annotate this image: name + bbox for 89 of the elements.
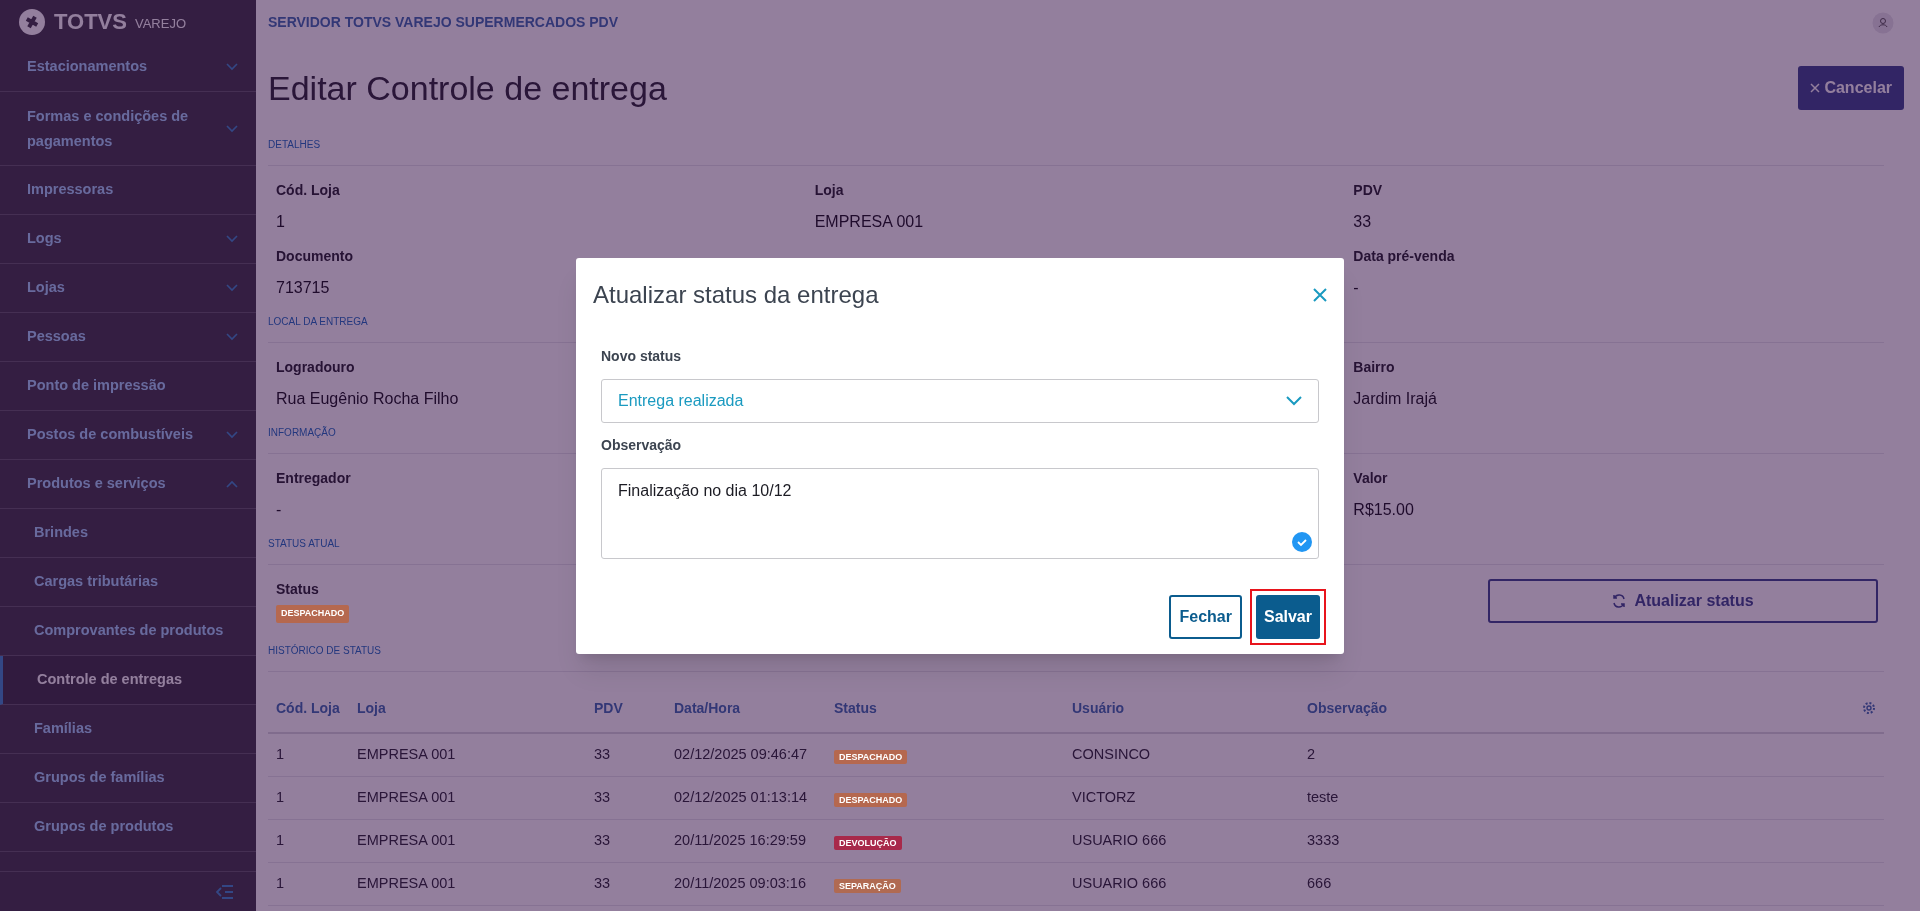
table-cell-text: EMPRESA 001 xyxy=(357,874,457,894)
field-label: Logradouro xyxy=(276,358,355,377)
field-label: Loja xyxy=(814,181,844,200)
table-cell-text: 2 xyxy=(1307,745,1317,765)
chevron-down-icon xyxy=(226,63,238,71)
section-heading: DETALHES xyxy=(268,139,321,150)
table-cell-text: 666 xyxy=(1307,874,1333,894)
table-cell-text: 1 xyxy=(276,788,286,808)
brand-subtitle: VAREJO xyxy=(134,14,186,33)
chevron-down-icon xyxy=(226,333,238,341)
chevron-down-icon xyxy=(226,124,238,133)
field-value: Rua Eugênio Rocha Filho xyxy=(276,389,459,409)
column-header: PDV xyxy=(594,698,624,718)
refresh-icon xyxy=(1612,594,1627,608)
column-header: Cód. Loja xyxy=(276,698,341,718)
table-cell-text: 3333 xyxy=(1307,831,1341,851)
field-value: 713715 xyxy=(276,278,330,298)
column-header: Observação xyxy=(1307,698,1389,718)
status-badge: DESPACHADO xyxy=(276,605,350,623)
column-header: Loja xyxy=(357,698,387,718)
chevron-down-icon xyxy=(226,284,238,292)
field-value: 33 xyxy=(1353,212,1372,232)
close-icon[interactable] xyxy=(1313,288,1327,302)
chevron-down-icon xyxy=(226,431,238,439)
status-badge: DEVOLUÇÃO xyxy=(834,836,902,850)
table-cell-text: 33 xyxy=(594,874,612,894)
field-value: - xyxy=(276,500,282,520)
section-heading: STATUS ATUAL xyxy=(268,538,340,549)
brand-name: TOTVS xyxy=(54,8,127,36)
chevron-down-icon xyxy=(1286,396,1302,406)
chevron-down-icon xyxy=(226,235,238,243)
column-header: Status xyxy=(834,698,878,718)
modal-title: Atualizar status da entrega xyxy=(593,280,879,310)
close-button[interactable]: Fechar xyxy=(1169,595,1242,639)
sidebar-subitem[interactable]: Controle de entregas xyxy=(0,656,256,705)
status-select[interactable]: Entrega realizada xyxy=(601,379,1319,423)
field-label: Valor xyxy=(1353,469,1388,488)
table-cell-text: 33 xyxy=(594,788,612,808)
field-value: Jardim Irajá xyxy=(1353,389,1437,409)
field-label: Novo status xyxy=(601,347,683,366)
table-cell-text: 20/11/2025 16:29:59 xyxy=(674,831,807,851)
table-cell-text: 1 xyxy=(276,831,286,851)
table-cell-text: USUARIO 666 xyxy=(1072,874,1168,894)
section-heading: INFORMAÇÃO xyxy=(268,427,336,438)
table-cell-text: EMPRESA 001 xyxy=(357,788,457,808)
field-value: R$15.00 xyxy=(1353,500,1414,520)
settings-icon[interactable] xyxy=(1862,701,1876,715)
table-cell-text: 02/12/2025 01:13:14 xyxy=(674,788,809,808)
field-label: Bairro xyxy=(1353,358,1395,377)
update-status-button[interactable]: Atualizar status xyxy=(1488,579,1878,623)
section-heading: HISTÓRICO DE STATUS xyxy=(268,645,381,656)
column-header: Usuário xyxy=(1072,698,1126,718)
field-label: Observação xyxy=(601,436,683,455)
table-cell-text: 1 xyxy=(276,874,286,894)
table-cell-text: 20/11/2025 09:03:16 xyxy=(674,874,807,894)
table-cell-text: 33 xyxy=(594,745,612,765)
status-badge: SEPARAÇÃO xyxy=(834,879,901,893)
table-cell-text: teste xyxy=(1307,788,1340,808)
field-label: Documento xyxy=(276,247,353,266)
table-cell-text: VICTORZ xyxy=(1072,788,1137,808)
field-label: Cód. Loja xyxy=(276,181,340,200)
user-avatar-icon[interactable] xyxy=(1872,11,1894,34)
close-icon xyxy=(1810,83,1821,93)
field-label: Entregador xyxy=(276,469,351,488)
page-title: Editar Controle de entrega xyxy=(268,67,667,109)
table-cell-text: 1 xyxy=(276,745,286,765)
field-label: PDV xyxy=(1353,181,1383,200)
table-cell-text: 33 xyxy=(594,831,612,851)
field-value: 1 xyxy=(276,212,285,232)
save-button[interactable]: Salvar xyxy=(1255,595,1320,639)
column-header: Data/Hora xyxy=(674,698,742,718)
cancel-button[interactable]: Cancelar xyxy=(1798,66,1904,110)
table-cell-text: 02/12/2025 09:46:47 xyxy=(674,745,809,765)
table-cell-text: EMPRESA 001 xyxy=(357,745,457,765)
chevron-up-icon xyxy=(226,480,238,488)
section-heading: LOCAL DA ENTREGA xyxy=(268,316,368,327)
table-cell-text: CONSINCO xyxy=(1072,745,1152,765)
status-badge: DESPACHADO xyxy=(834,750,908,764)
field-value: - xyxy=(1353,278,1359,298)
field-value: EMPRESA 001 xyxy=(814,212,924,232)
logo-icon xyxy=(18,7,46,36)
field-label: Data pré-venda xyxy=(1353,247,1455,266)
table-cell-text: USUARIO 666 xyxy=(1072,831,1168,851)
table-cell-text: EMPRESA 001 xyxy=(357,831,457,851)
status-badge: DESPACHADO xyxy=(834,793,908,807)
observation-field[interactable]: Finalização no dia 10/12 xyxy=(601,468,1319,559)
server-title: SERVIDOR TOTVS VAREJO SUPERMERCADOS PDV xyxy=(268,13,619,32)
collapse-menu-icon[interactable] xyxy=(216,884,234,899)
field-label: Status xyxy=(276,580,319,599)
